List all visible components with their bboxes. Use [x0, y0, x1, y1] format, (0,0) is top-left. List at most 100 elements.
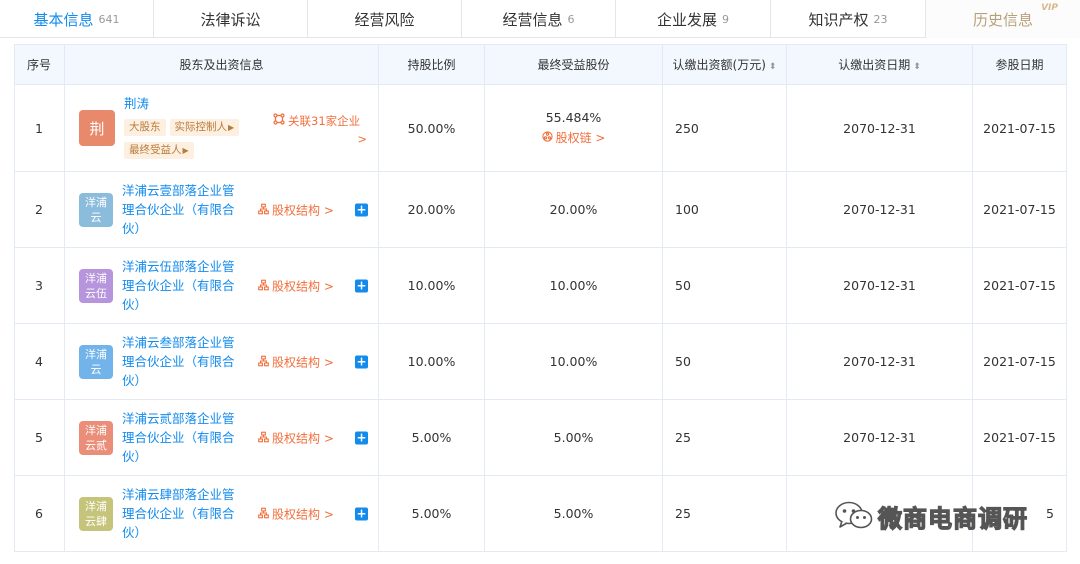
- holding-ratio: 10.00%: [378, 323, 485, 400]
- equity-structure-label: 股权结构 >: [272, 507, 334, 521]
- org-chart-icon: [258, 507, 269, 521]
- shareholder-name-link[interactable]: 洋浦云贰部落企业管理合伙企业（有限合伙）: [122, 409, 244, 466]
- shareholder-cell: 洋浦云伍 洋浦云伍部落企业管理合伙企业（有限合伙） 股权结构 > +: [64, 247, 379, 324]
- join-date: 2021-07-15: [972, 171, 1067, 248]
- tab-operation-risk[interactable]: 经营风险: [308, 0, 462, 38]
- tab-label: 法律诉讼: [200, 10, 261, 29]
- header-ratio: 持股比例: [378, 44, 485, 85]
- tag-beneficiary[interactable]: 最终受益人▶: [124, 142, 194, 159]
- tag-label: 大股东: [129, 121, 161, 133]
- shareholder-name-link[interactable]: 洋浦云壹部落企业管理合伙企业（有限合伙）: [122, 181, 244, 238]
- tab-count: 641: [98, 12, 120, 26]
- equity-structure-label: 股权结构 >: [272, 355, 334, 369]
- avatar: 荆: [79, 110, 115, 146]
- sort-icon[interactable]: ⬍: [913, 62, 921, 72]
- tab-label: 基本信息: [33, 10, 94, 29]
- holding-ratio: 50.00%: [378, 84, 485, 172]
- shareholder-cell: 荆 荆涛 大股东 实际控制人▶ 最终受益人▶ 关联31家企业 >: [64, 84, 379, 172]
- shareholder-name-link[interactable]: 洋浦云肆部落企业管理合伙企业（有限合伙）: [122, 485, 244, 542]
- header-amount-label: 认缴出资额(万元): [672, 58, 766, 72]
- join-date: 2021-07-15: [972, 247, 1067, 324]
- equity-structure-label: 股权结构 >: [272, 203, 334, 217]
- equity-structure-link[interactable]: 股权结构 >: [258, 505, 334, 522]
- expand-plus-button[interactable]: +: [355, 507, 368, 520]
- subscribed-amount: 50: [662, 323, 787, 400]
- vip-badge: VIP: [1041, 3, 1058, 13]
- shareholder-cell: 洋浦云贰 洋浦云贰部落企业管理合伙企业（有限合伙） 股权结构 > +: [64, 399, 379, 476]
- holding-ratio: 20.00%: [378, 171, 485, 248]
- equity-structure-link[interactable]: 股权结构 >: [258, 201, 334, 218]
- watermark-text: 微商电商调研: [877, 504, 1028, 533]
- shareholder-cell: 洋浦云肆 洋浦云肆部落企业管理合伙企业（有限合伙） 股权结构 > +: [64, 475, 379, 552]
- tab-operation-info[interactable]: 经营信息 6: [462, 0, 616, 38]
- table-row: 2 洋浦云 洋浦云壹部落企业管理合伙企业（有限合伙） 股权结构 > + 20.0…: [14, 171, 1067, 248]
- header-index: 序号: [14, 44, 65, 85]
- row-index: 4: [14, 323, 65, 400]
- header-date[interactable]: 认缴出资日期 ⬍: [786, 44, 973, 85]
- equity-structure-link[interactable]: 股权结构 >: [258, 277, 334, 294]
- tag-label: 实际控制人: [174, 121, 228, 133]
- tag-actual-controller[interactable]: 实际控制人▶: [169, 119, 240, 136]
- org-chart-icon: [258, 431, 269, 445]
- avatar: 洋浦云贰: [79, 420, 113, 455]
- shareholder-name-link[interactable]: 荆涛: [124, 94, 246, 113]
- subscribed-date: 2070-12-31: [786, 84, 973, 172]
- beneficial-share: 20.00%: [484, 171, 663, 248]
- table-row: 5 洋浦云贰 洋浦云贰部落企业管理合伙企业（有限合伙） 股权结构 > + 5.0…: [14, 399, 1067, 476]
- subscribed-date: 2070-12-31: [786, 323, 973, 400]
- tab-ip[interactable]: 知识产权 23: [771, 0, 926, 38]
- shareholder-table: 序号 股东及出资信息 持股比例 最终受益股份 认缴出资额(万元) ⬍ 认缴出资日期…: [14, 44, 1067, 552]
- network-icon: [273, 112, 285, 130]
- tab-history[interactable]: 历史信息 VIP: [926, 0, 1080, 38]
- tab-development[interactable]: 企业发展 9: [616, 0, 771, 38]
- beneficial-share: 10.00%: [484, 323, 663, 400]
- chain-icon: [541, 131, 553, 145]
- join-date: 2021-07-15: [972, 84, 1067, 172]
- expand-plus-button[interactable]: +: [355, 203, 368, 216]
- beneficial-share: 5.00%: [484, 475, 663, 552]
- org-chart-icon: [258, 355, 269, 369]
- expand-plus-button[interactable]: +: [355, 431, 368, 444]
- shareholder-name-link[interactable]: 洋浦云伍部落企业管理合伙企业（有限合伙）: [122, 257, 244, 314]
- tag-major-shareholder: 大股东: [124, 119, 166, 136]
- beneficial-share: 5.00%: [484, 399, 663, 476]
- table-row: 3 洋浦云伍 洋浦云伍部落企业管理合伙企业（有限合伙） 股权结构 > + 10.…: [14, 247, 1067, 324]
- related-companies-link[interactable]: 关联31家企业 >: [273, 112, 375, 148]
- equity-structure-label: 股权结构 >: [272, 279, 334, 293]
- expand-plus-button[interactable]: +: [355, 355, 368, 368]
- beneficial-cell: 55.484% 股权链 >: [484, 84, 663, 172]
- tab-count: 9: [722, 12, 729, 26]
- subscribed-date: 2070-12-31: [786, 399, 973, 476]
- row-index: 2: [14, 171, 65, 248]
- tab-legal[interactable]: 法律诉讼: [154, 0, 308, 38]
- avatar: 洋浦云: [79, 192, 113, 227]
- subscribed-amount: 250: [662, 84, 787, 172]
- related-companies-arrow: >: [357, 131, 367, 146]
- tab-basic-info[interactable]: 基本信息 641: [0, 0, 154, 38]
- header-date-label: 认缴出资日期: [838, 58, 911, 72]
- shareholder-cell: 洋浦云 洋浦云叁部落企业管理合伙企业（有限合伙） 股权结构 > +: [64, 323, 379, 400]
- header-amount[interactable]: 认缴出资额(万元) ⬍: [662, 44, 787, 85]
- tab-count: 23: [873, 12, 888, 26]
- tab-label: 历史信息: [972, 10, 1033, 29]
- header-join-date: 参股日期: [972, 44, 1067, 85]
- equity-structure-link[interactable]: 股权结构 >: [258, 353, 334, 370]
- tab-label: 经营信息: [502, 10, 563, 29]
- tab-count: 6: [567, 12, 575, 26]
- holding-ratio: 5.00%: [378, 399, 485, 476]
- shareholder-name-link[interactable]: 洋浦云叁部落企业管理合伙企业（有限合伙）: [122, 333, 244, 390]
- row-index: 5: [14, 399, 65, 476]
- row-index: 3: [14, 247, 65, 324]
- equity-structure-label: 股权结构 >: [272, 431, 334, 445]
- equity-chain-link[interactable]: 股权链 >: [485, 129, 662, 146]
- expand-plus-button[interactable]: +: [355, 279, 368, 292]
- holding-ratio: 5.00%: [378, 475, 485, 552]
- header-beneficial: 最终受益股份: [484, 44, 663, 85]
- org-chart-icon: [258, 203, 269, 217]
- tab-bar: 基本信息 641 法律诉讼 经营风险 经营信息 6 企业发展 9 知识产权 23 历史信…: [0, 0, 1080, 38]
- subscribed-amount: 25: [662, 475, 787, 552]
- tab-label: 知识产权: [808, 10, 869, 29]
- equity-structure-link[interactable]: 股权结构 >: [258, 429, 334, 446]
- tab-label: 企业发展: [656, 10, 717, 29]
- sort-icon[interactable]: ⬍: [769, 62, 777, 72]
